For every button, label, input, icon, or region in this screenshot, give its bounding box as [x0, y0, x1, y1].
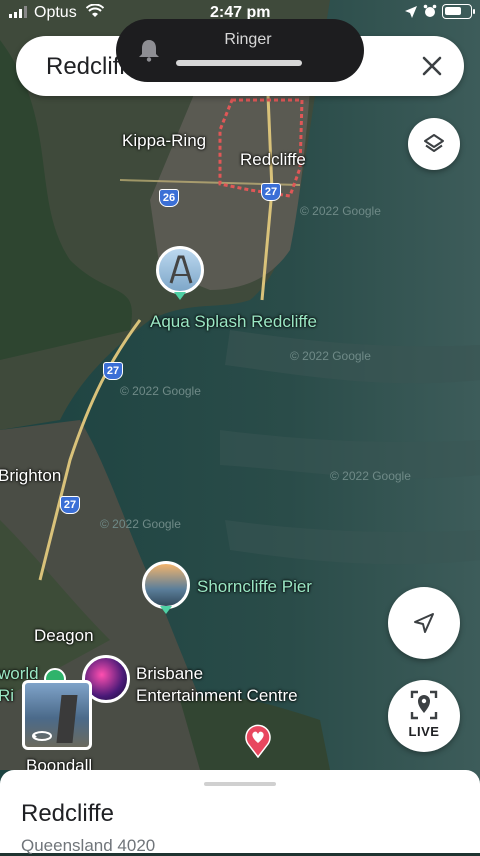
road-shield: 27 — [103, 362, 123, 380]
road-shield: 26 — [159, 189, 179, 207]
road-shield: 27 — [60, 496, 80, 514]
poi-label-shorncliffe-pier[interactable]: Shorncliffe Pier — [197, 577, 312, 597]
poi-label-entertainment-centre-line1[interactable]: Brisbane — [136, 664, 203, 684]
alarm-icon — [423, 4, 437, 17]
street-view-photo — [56, 695, 78, 743]
layers-icon — [424, 134, 444, 152]
road-shield: 27 — [261, 183, 281, 201]
pin-tail — [160, 606, 172, 614]
map-watermark: © 2022 Google — [300, 204, 381, 218]
waterpark-icon — [169, 255, 193, 284]
carrier-name: Optus — [34, 4, 77, 21]
close-icon[interactable] — [418, 52, 446, 80]
ringer-label: Ringer — [224, 31, 272, 48]
navigation-icon — [414, 613, 434, 633]
location-arrow-icon — [405, 6, 417, 18]
place-label-redcliffe[interactable]: Redcliffe — [240, 150, 306, 170]
street-view-thumbnail[interactable] — [22, 680, 92, 750]
place-title: Redcliffe — [21, 800, 114, 827]
layers-button[interactable] — [408, 118, 460, 170]
place-bottom-sheet[interactable]: Redcliffe Queensland 4020 — [0, 770, 480, 855]
battery-icon — [442, 4, 475, 19]
signal-icon — [9, 6, 27, 18]
live-view-label: LIVE — [408, 724, 440, 739]
my-location-button[interactable] — [388, 587, 460, 659]
map-watermark: © 2022 Google — [290, 349, 371, 363]
place-label-deagon[interactable]: Deagon — [34, 626, 94, 646]
map-watermark: © 2022 Google — [330, 469, 411, 483]
poi-label-entertainment-centre-line2[interactable]: Entertainment Centre — [136, 686, 298, 706]
live-view-button[interactable]: LIVE — [388, 680, 460, 752]
ringer-hud: Ringer — [116, 19, 364, 82]
poi-label-aqua-splash[interactable]: Aqua Splash Redcliffe — [150, 312, 317, 332]
map-watermark: © 2022 Google — [100, 517, 181, 531]
wifi-icon — [86, 4, 104, 17]
sheet-drag-handle[interactable] — [204, 782, 276, 786]
poi-photo-aqua-splash[interactable] — [156, 246, 204, 294]
place-label-kippa-ring[interactable]: Kippa-Ring — [122, 131, 206, 151]
place-subtitle: Queensland 4020 — [21, 836, 156, 855]
place-label-ri[interactable]: Ri — [0, 686, 14, 706]
live-view-icon — [410, 690, 438, 720]
poi-photo-shorncliffe-pier[interactable] — [142, 561, 190, 609]
rotate-icon — [32, 731, 52, 741]
place-label-brighton[interactable]: Brighton — [0, 466, 61, 486]
map-watermark: © 2022 Google — [120, 384, 201, 398]
ringer-volume-bar — [176, 60, 302, 66]
pin-tail — [174, 292, 186, 300]
heart-icon[interactable] — [244, 722, 272, 758]
